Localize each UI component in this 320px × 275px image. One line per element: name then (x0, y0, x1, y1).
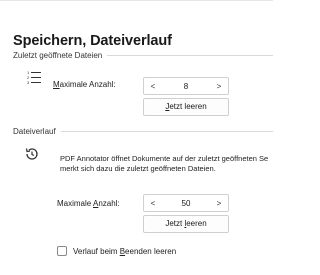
recent-files-header-label: Zuletzt geöffnete Dateien (13, 51, 103, 60)
clear-history-button[interactable]: Jetzt leeren (143, 215, 229, 233)
history-section-header: Dateiverlauf (13, 127, 273, 136)
clear-on-exit-label[interactable]: Verlauf beim Beenden leeren (73, 247, 176, 256)
history-icon (25, 148, 38, 160)
recent-files-section-header: Zuletzt geöffnete Dateien (13, 51, 273, 60)
page-title: Speichern, Dateiverlauf (13, 33, 172, 49)
decrement-button[interactable]: < (144, 82, 162, 91)
history-description-line: merkt sich dazu die zuletzt geöffneten D… (60, 163, 216, 173)
top-divider (0, 0, 273, 1)
history-max-count-label: Maximale Anzahl: (57, 199, 120, 208)
increment-button[interactable]: > (210, 199, 228, 208)
history-description: PDF Annotator öffnet Dokumente auf der z… (60, 154, 273, 173)
increment-button[interactable]: > (210, 82, 228, 91)
section-divider (60, 131, 273, 132)
history-count-stepper[interactable]: < 50 > (143, 194, 229, 212)
decrement-button[interactable]: < (144, 199, 162, 208)
clear-recent-files-button[interactable]: Jetzt leeren (143, 98, 229, 116)
stepper-value[interactable]: 8 (162, 82, 210, 91)
svg-text:3: 3 (27, 80, 30, 84)
max-count-label: Maximale Anzahl: (53, 80, 116, 89)
stepper-value[interactable]: 50 (162, 199, 210, 208)
section-divider (107, 55, 273, 56)
history-header-label: Dateiverlauf (13, 127, 56, 136)
history-description-line: PDF Annotator öffnet Dokumente auf der z… (60, 154, 269, 163)
numbered-list-icon: 1 2 3 (27, 70, 41, 84)
clear-on-exit-checkbox[interactable] (57, 246, 67, 256)
recent-files-count-stepper[interactable]: < 8 > (143, 77, 229, 95)
